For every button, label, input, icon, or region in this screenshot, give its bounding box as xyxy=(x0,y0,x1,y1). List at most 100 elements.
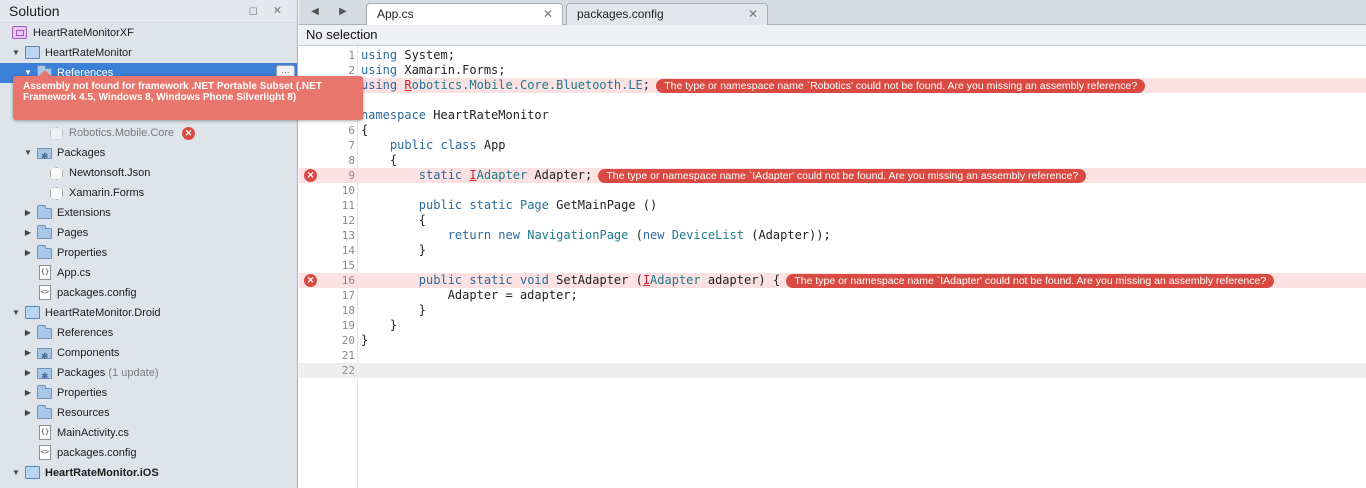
code-line-error[interactable]: 3using Robotics.Mobile.Core.Bluetooth.LE… xyxy=(299,78,1366,93)
line-number: 19 xyxy=(341,319,355,332)
line-number: 18 xyxy=(341,304,355,317)
line-number: 8 xyxy=(348,154,355,167)
code-line[interactable]: 5namespace HeartRateMonitor xyxy=(299,108,1366,123)
collapse-triangle-icon[interactable]: ▶ xyxy=(23,403,33,423)
tree-item-pages[interactable]: ▶ Pages xyxy=(0,223,297,243)
code-line-error[interactable]: 16 public static void SetAdapter (IAdapt… xyxy=(299,273,1366,288)
tree-item-droid-resources[interactable]: ▶ Resources xyxy=(0,403,297,423)
code-line[interactable]: 20} xyxy=(299,333,1366,348)
collapse-triangle-icon[interactable]: ▶ xyxy=(23,223,33,243)
code-line[interactable]: 10 xyxy=(299,183,1366,198)
tree-item-robotics-mobile-core[interactable]: Robotics.Mobile.Core ✕ xyxy=(0,123,297,143)
folder-icon xyxy=(37,225,52,239)
tree-item-properties[interactable]: ▶ Properties xyxy=(0,243,297,263)
solution-icon xyxy=(12,26,27,39)
tree-item-solution[interactable]: HeartRateMonitorXF xyxy=(0,23,297,43)
code-line[interactable]: 15 xyxy=(299,258,1366,273)
pad-controls[interactable]: ◻ ✕ xyxy=(249,0,288,23)
package-icon xyxy=(50,167,63,180)
tab-label: packages.config xyxy=(577,7,664,21)
code-line[interactable]: 22 xyxy=(299,363,1366,378)
tree-item-droid-components[interactable]: ▶ Components xyxy=(0,343,297,366)
tree-item-xamarin-forms[interactable]: Xamarin.Forms xyxy=(0,183,297,203)
collapse-triangle-icon[interactable]: ▶ xyxy=(23,343,33,363)
code-text: } xyxy=(361,303,427,317)
code-text: static IAdapter Adapter; xyxy=(418,168,593,182)
error-bubble[interactable]: The type or namespace name `IAdapter' co… xyxy=(598,169,1087,183)
collapse-triangle-icon[interactable]: ▶ xyxy=(23,363,33,383)
error-bubble[interactable]: The type or namespace name `IAdapter' co… xyxy=(786,274,1275,288)
collapse-triangle-icon[interactable]: ▶ xyxy=(23,203,33,223)
tree-item-droid-properties[interactable]: ▶ Properties xyxy=(0,383,297,403)
code-text: { xyxy=(361,123,369,137)
code-line[interactable]: 18 } xyxy=(299,303,1366,318)
code-line-error[interactable]: 9 static IAdapter Adapter; ✕ The type or n… xyxy=(299,168,1366,183)
expand-triangle-icon[interactable]: ▼ xyxy=(11,463,21,483)
code-text: { xyxy=(361,213,427,227)
code-line[interactable]: 13 return new NavigationPage (new Device… xyxy=(299,228,1366,243)
line-number: 7 xyxy=(348,139,355,152)
collapse-triangle-icon[interactable]: ▶ xyxy=(23,323,33,343)
folder-icon xyxy=(37,325,52,339)
close-icon[interactable]: ✕ xyxy=(748,4,758,24)
nav-forward-icon[interactable]: ▶ xyxy=(329,0,357,24)
folder-icon xyxy=(37,245,52,259)
tree-item-droid-packages[interactable]: ▶ Packages (1 update) xyxy=(0,363,297,386)
code-text: } xyxy=(361,318,398,332)
tree-item-project-ios[interactable]: ▼ HeartRateMonitor.iOS xyxy=(0,463,297,483)
code-line[interactable]: 17 Adapter = adapter; xyxy=(299,288,1366,303)
document-tab-bar: ◀ ▶ App.cs ✕ packages.config ✕ xyxy=(299,0,1366,25)
tree-item-project-droid[interactable]: ▼ HeartRateMonitor.Droid xyxy=(0,303,297,323)
package-icon xyxy=(50,127,63,140)
code-text: using Xamarin.Forms; xyxy=(361,63,506,77)
tab-app-cs[interactable]: App.cs ✕ xyxy=(366,3,563,25)
error-bubble[interactable]: The type or namespace name `Robotics' co… xyxy=(656,79,1146,93)
code-line[interactable]: 19 } xyxy=(299,318,1366,333)
error-marker-icon[interactable]: ✕ xyxy=(304,169,317,182)
code-text: using System; xyxy=(361,48,455,62)
project-icon xyxy=(25,466,40,479)
tree-item-project-heartratemonitor[interactable]: ▼ HeartRateMonitor xyxy=(0,43,297,63)
tree-item-newtonsoft-json[interactable]: Newtonsoft.Json xyxy=(0,163,297,183)
tree-item-droid-packages-config[interactable]: <> packages.config xyxy=(0,443,297,463)
code-line[interactable]: 14 } xyxy=(299,243,1366,258)
tab-packages-config[interactable]: packages.config ✕ xyxy=(566,3,768,25)
solution-pad-title: Solution xyxy=(9,3,60,19)
code-line[interactable]: 6{ xyxy=(299,123,1366,138)
folder-icon xyxy=(37,205,52,219)
tree-item-packages-config[interactable]: <> packages.config xyxy=(0,283,297,303)
code-line[interactable]: 1 using System; xyxy=(299,48,1366,63)
tree-item-packages[interactable]: ▼ Packages xyxy=(0,143,297,166)
tree-item-mainactivity-cs[interactable]: {} MainActivity.cs xyxy=(0,423,297,443)
code-line[interactable]: 21 xyxy=(299,348,1366,363)
line-number: 22 xyxy=(341,364,355,377)
code-line[interactable]: 12 { xyxy=(299,213,1366,228)
expand-triangle-icon[interactable]: ▼ xyxy=(23,143,33,163)
update-count: (1 update) xyxy=(108,367,159,379)
code-line[interactable]: 8 { xyxy=(299,153,1366,168)
expand-triangle-icon[interactable]: ▼ xyxy=(11,43,21,63)
code-line[interactable]: 11 public static Page GetMainPage () xyxy=(299,198,1366,213)
tree-item-app-cs[interactable]: {} App.cs xyxy=(0,263,297,283)
line-number: 13 xyxy=(341,229,355,242)
line-number: 12 xyxy=(341,214,355,227)
path-bar[interactable]: No selection xyxy=(299,25,1366,46)
collapse-triangle-icon[interactable]: ▶ xyxy=(23,243,33,263)
error-marker-icon[interactable]: ✕ xyxy=(304,274,317,287)
nav-back-icon[interactable]: ◀ xyxy=(301,0,329,24)
tree-item-extensions[interactable]: ▶ Extensions xyxy=(0,203,297,223)
code-line[interactable]: 4 xyxy=(299,93,1366,108)
collapse-triangle-icon[interactable]: ▶ xyxy=(23,383,33,403)
error-icon[interactable]: ✕ xyxy=(182,127,195,140)
code-editor[interactable]: 1 using System;2using Xamarin.Forms;3usin… xyxy=(299,46,1366,488)
code-line[interactable]: 2 using Xamarin.Forms; xyxy=(299,63,1366,78)
project-icon xyxy=(25,46,40,59)
csharp-file-icon: {} xyxy=(39,265,51,280)
code-line[interactable]: 7 public class App xyxy=(299,138,1366,153)
line-number: 14 xyxy=(341,244,355,257)
tree-item-droid-references[interactable]: ▶ References xyxy=(0,323,297,343)
close-icon[interactable]: ✕ xyxy=(543,4,553,24)
expand-triangle-icon[interactable]: ▼ xyxy=(11,303,21,323)
tab-label: App.cs xyxy=(377,7,414,21)
line-number: 11 xyxy=(341,199,355,212)
